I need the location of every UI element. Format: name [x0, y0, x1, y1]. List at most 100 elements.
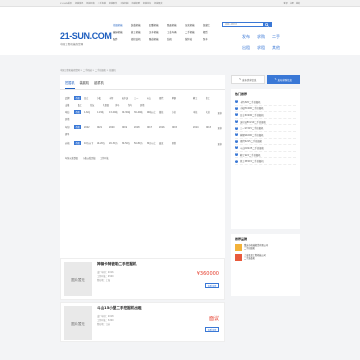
sort-option[interactable]: 价格从低到高 [83, 156, 99, 160]
filter-option[interactable]: 30-40吨 [134, 110, 145, 114]
top-link[interactable]: 21-SUN首页 [60, 2, 72, 5]
sort-option[interactable]: 工作时长 [100, 156, 112, 160]
more-button[interactable]: 更多 [218, 142, 222, 146]
filter-option[interactable]: 大挖 [206, 110, 217, 114]
nav-item[interactable]: 路面机械 [167, 24, 185, 27]
filter-option[interactable]: 20-30万 [109, 141, 120, 145]
hot-item[interactable]: 9 柳工922二手挖掘机 [235, 152, 296, 159]
filter-option[interactable]: 其他 [65, 117, 76, 121]
filter-option[interactable]: 卡特 [109, 96, 120, 100]
view-details-button[interactable]: 查看详情 [205, 283, 219, 288]
nav-item[interactable]: 旋挖钻机 [131, 38, 149, 41]
filter-option[interactable]: 2015 [172, 126, 183, 129]
recommend-item[interactable]: 上海某某工程机械公司 二手装载机 [235, 254, 296, 261]
view-details-button[interactable]: 查看详情 [205, 327, 219, 332]
tab-loader[interactable]: 装载机 [80, 80, 90, 86]
more-button[interactable]: 更多 [218, 126, 222, 130]
filter-option[interactable]: 面议 [159, 141, 170, 145]
nav-item[interactable]: 工业车辆 [167, 31, 185, 34]
nav-item[interactable]: 隧道机械 [149, 38, 167, 41]
top-link[interactable]: 机械资讯 [75, 2, 83, 5]
recommend-item[interactable]: 重庆市机械租赁有限公司 二手挖掘机 [235, 244, 296, 251]
filter-option[interactable]: 2019 [122, 126, 133, 129]
hot-item[interactable]: 7 现代R215二手挖掘机 [235, 139, 296, 146]
filter-option[interactable]: 40吨以上 [147, 110, 158, 114]
more-button[interactable]: 更多 [218, 111, 222, 115]
hot-item[interactable]: 8 斗山DX225二手挖掘机 [235, 145, 296, 152]
listing-card[interactable]: 图片暂无 神钢卡特彼勒二手挖掘机 出厂年份：2016 工作时长：4500 所在地… [60, 258, 225, 300]
nav-item[interactable]: 叉车机械 [149, 31, 167, 34]
filter-option[interactable]: 不限 [74, 110, 81, 114]
filter-option[interactable]: 微挖 [159, 110, 170, 114]
filter-option[interactable]: 2013 [206, 126, 217, 129]
filter-option[interactable]: 徐工 [206, 96, 217, 100]
top-link[interactable]: 机械价格 [86, 2, 94, 5]
quick-link[interactable]: 发布 [242, 34, 257, 39]
filter-option[interactable]: 6-13吨 [97, 110, 108, 114]
my-link[interactable]: 我的 [296, 2, 300, 5]
filter-option[interactable]: 不限 [74, 96, 81, 100]
filter-option[interactable]: 50-80万 [134, 141, 145, 145]
nav-item[interactable]: 混凝土 [203, 24, 221, 27]
filter-option[interactable]: 现代 [159, 96, 170, 100]
nav-item[interactable]: 破碎机械 [113, 31, 131, 34]
post-supply-button[interactable]: ✎ 发布供求信息 [231, 75, 265, 84]
nav-item[interactable]: 钻机 [167, 38, 185, 41]
hot-item[interactable]: 1 卡特320二手挖掘机 [235, 99, 296, 106]
nav-item[interactable]: 搅拌站 [185, 38, 203, 41]
filter-option[interactable]: 2017 [147, 126, 158, 129]
listing-title[interactable]: 斗山15小型二手挖掘机出租 [97, 306, 142, 311]
nav-item[interactable]: 桩工机械 [131, 31, 149, 34]
hot-item[interactable]: 5 三一SY215二手挖掘机 [235, 125, 296, 132]
filter-option[interactable]: 80万以上 [147, 141, 158, 145]
filter-option[interactable]: 13-20吨 [109, 110, 120, 114]
filter-option[interactable]: 2018 [134, 126, 145, 129]
top-link[interactable]: 机械招聘 [132, 2, 140, 5]
nav-item[interactable]: 起重机械 [149, 24, 167, 27]
filter-option[interactable]: 洋马 [115, 103, 126, 107]
quick-link[interactable]: 其他 [272, 45, 287, 50]
filter-option[interactable]: 日立 [84, 96, 95, 100]
filter-option[interactable]: 10万以下 [84, 141, 95, 145]
nav-item[interactable]: 二手机械 [185, 31, 203, 34]
post-demand-button[interactable]: ✎ 发布求购信息 [266, 75, 300, 84]
listing-card[interactable]: 图片暂无 斗山15小型二手挖掘机出租 出厂年份：2018 工作时长：3200 所… [60, 302, 225, 342]
filter-option[interactable]: 不限 [74, 141, 81, 145]
filter-option[interactable]: 2014 [193, 126, 204, 129]
top-link[interactable]: 机械配件 [109, 2, 117, 5]
quick-link[interactable]: 求购 [257, 34, 272, 39]
filter-option[interactable]: 不限 [74, 125, 81, 129]
quick-link[interactable]: 求租 [257, 45, 272, 50]
filter-option[interactable]: 住友 [90, 103, 101, 107]
filter-option[interactable]: 神钢 [172, 96, 183, 100]
tab-excavator[interactable]: 挖掘机 [65, 80, 75, 89]
filter-option[interactable]: 中挖 [193, 110, 204, 114]
top-link[interactable]: 二手机械 [98, 2, 106, 5]
nav-item[interactable]: 装载机械 [131, 24, 149, 27]
hot-item[interactable]: 3 日立ZX200二手挖掘机 [235, 112, 296, 119]
filter-option[interactable]: 2021 [97, 126, 108, 129]
top-link[interactable]: 工程机械 [120, 2, 128, 5]
site-logo[interactable]: 21-SUN.COM 中国工程机械商贸网 [60, 32, 112, 47]
filter-option[interactable]: 久保田 [103, 103, 114, 107]
hot-item[interactable]: 2 小松PC200二手挖掘机 [235, 106, 296, 113]
quick-link[interactable]: 二手 [272, 34, 287, 39]
nav-item[interactable]: 压实机械 [185, 24, 203, 27]
filter-option[interactable]: 2022 [84, 126, 95, 129]
filter-option[interactable]: 1-6吨 [84, 110, 95, 114]
filter-option[interactable]: 其他 [140, 103, 151, 107]
nav-item[interactable]: 挖掘机械 [113, 24, 131, 27]
filter-option[interactable]: 竹内 [128, 103, 139, 107]
nav-item[interactable]: 配件 [113, 38, 131, 41]
filter-option[interactable]: 沃尔沃 [122, 96, 133, 100]
filter-option[interactable]: 20-30吨 [122, 110, 133, 114]
filter-option[interactable]: 10-20万 [97, 141, 108, 145]
filter-option[interactable]: 2020 [109, 126, 120, 129]
top-link[interactable]: 机械论坛 [143, 2, 151, 5]
search-input[interactable]: 请输入搜索词 [223, 23, 263, 26]
filter-option[interactable]: 小挖 [172, 110, 183, 114]
filter-option[interactable]: 更早 [65, 132, 76, 136]
sort-option[interactable]: 年份从新到旧 [65, 156, 81, 160]
listing-title[interactable]: 神钢卡特彼勒二手挖掘机 [97, 262, 137, 267]
hot-item[interactable]: 4 沃尔沃EC210二手挖掘机 [235, 119, 296, 126]
